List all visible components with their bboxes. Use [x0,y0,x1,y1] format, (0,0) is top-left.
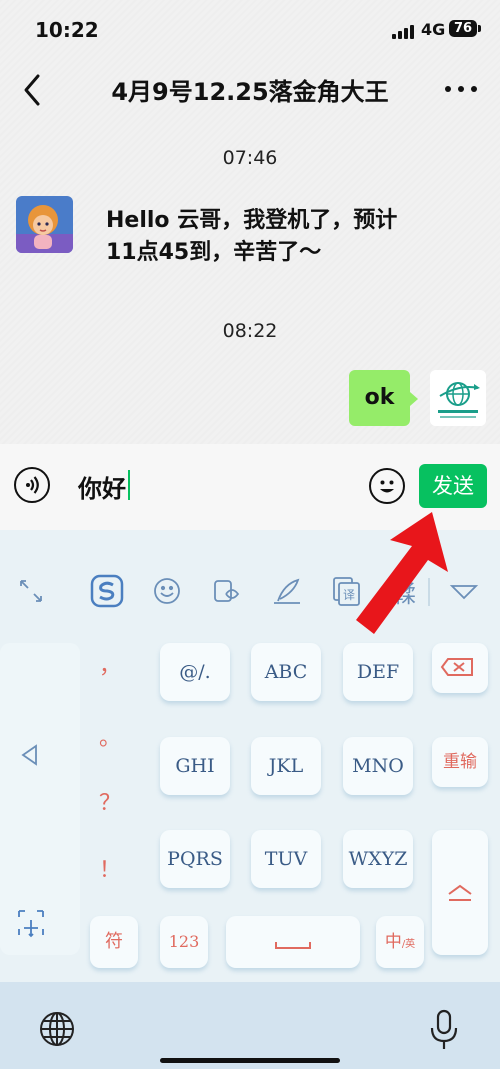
key-mno[interactable]: MNO [343,737,413,795]
bubble-tail [410,392,418,406]
key-tuv[interactable]: TUV [251,830,321,888]
message-input[interactable]: 你好 [78,469,126,504]
space-key[interactable] [226,916,360,968]
number-key[interactable]: 123 [160,916,208,968]
home-indicator [160,1058,340,1063]
handwriting-icon[interactable] [270,574,304,608]
incoming-message-text: Hello 云哥，我登机了，预计11点45到，辛苦了～ [106,208,398,265]
enter-key[interactable] [432,830,488,955]
redo-key[interactable]: 重输 [432,737,488,787]
key-abc[interactable]: ABC [251,643,321,701]
system-keyboard-bar [0,982,500,1069]
status-time: 10:22 [35,18,99,42]
sogou-logo-icon[interactable] [90,574,124,608]
lang-sub: /英 [401,939,416,950]
user-avatar[interactable] [430,370,486,426]
cursor-left-icon[interactable] [18,743,42,767]
contact-avatar[interactable] [16,196,73,253]
move-icon[interactable] [16,908,46,938]
voice-icon[interactable] [14,467,50,503]
status-bar: 10:22 4G 76 [0,0,500,60]
punct-exclaim[interactable]: ！ [90,852,130,884]
microphone-icon[interactable] [428,1008,460,1052]
key-pqrs[interactable]: PQRS [160,830,230,888]
key-symbols[interactable]: @/. [160,643,230,701]
chat-header: 4月9号12.25落金角大王 [0,60,500,116]
globe-icon[interactable] [38,1010,76,1048]
message-timestamp: 07:46 [222,147,278,169]
text-caret [128,470,130,500]
key-ghi[interactable]: GHI [160,737,230,795]
network-type: 4G [421,20,446,39]
emoji-face-icon[interactable] [150,574,184,608]
outgoing-message-bubble[interactable]: ok [349,370,410,426]
message-timestamp: 08:22 [222,320,278,342]
key-jkl[interactable]: JKL [251,737,321,795]
backspace-key[interactable] [432,643,488,693]
battery-tip [478,25,481,32]
key-wxyz[interactable]: WXYZ [343,830,413,888]
signal-icon [392,25,414,39]
punct-comma[interactable]: ， [90,648,130,680]
key-def[interactable]: DEF [343,643,413,701]
annotation-arrow-icon [350,500,460,640]
chat-title: 4月9号12.25落金角大王 [111,78,389,106]
battery-icon: 76 [449,20,477,37]
symbol-key[interactable]: 符 [90,916,138,968]
punct-question[interactable]: ？ [90,785,130,817]
punct-period[interactable]: 。 [90,720,130,752]
collapse-icon[interactable] [14,574,48,608]
clipboard-icon[interactable] [210,574,244,608]
lang-switch-key[interactable]: 中/英 [376,916,424,968]
back-arrow-icon[interactable] [20,70,50,110]
more-dots-icon[interactable] [443,82,479,96]
lang-main: 中 [384,932,402,952]
emoji-icon[interactable] [369,468,405,504]
